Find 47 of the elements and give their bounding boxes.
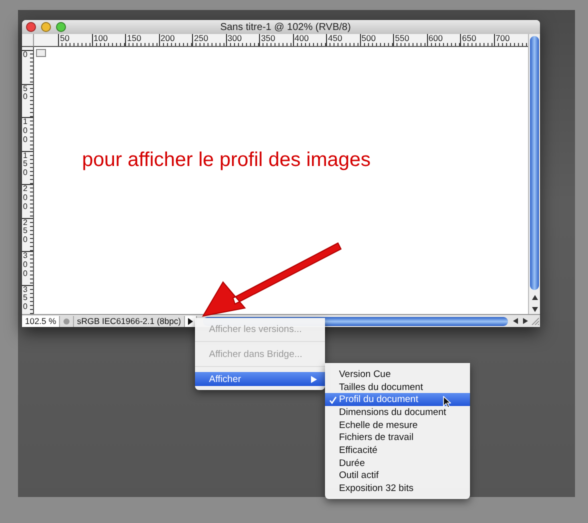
zoom-button[interactable] [56, 22, 66, 32]
ruler-label: 300 [22, 252, 28, 278]
submenu-item[interactable]: Profil du document [325, 393, 470, 406]
guide-icon [36, 49, 46, 57]
vertical-scrollbar[interactable] [528, 34, 540, 314]
ruler-label: 100 [22, 118, 28, 144]
ruler-label: 350 [22, 286, 28, 312]
resize-grip-icon[interactable] [530, 316, 540, 326]
menu-item[interactable]: Afficher [195, 372, 325, 386]
ruler-label: 200 [22, 185, 28, 212]
submenu-item[interactable]: Version Cue [325, 368, 470, 381]
submenu-item[interactable]: Echelle de mesure [325, 418, 470, 432]
ruler-label: 0 [22, 51, 28, 60]
ruler-label: 300 [228, 34, 242, 43]
ruler-label: 700 [496, 34, 510, 43]
cursor-icon [443, 396, 451, 408]
submenu-item[interactable]: Efficacité [325, 444, 470, 457]
ruler-label: 600 [428, 34, 443, 43]
caret-icon [188, 318, 193, 324]
window-title: Sans titre-1 @ 102% (RVB/8) [219, 22, 352, 32]
ruler-label: 250 [22, 218, 28, 245]
ruler-label: 250 [194, 34, 208, 43]
ruler-label: 50 [60, 34, 70, 43]
annotation-text: pour afficher le profil des images [82, 149, 372, 172]
ruler-label: 100 [94, 34, 108, 43]
ruler-label: 550 [395, 34, 410, 43]
submenu-item[interactable]: Fichiers de travail [325, 431, 470, 444]
ruler-label: 50 [22, 84, 28, 102]
ruler-label: 450 [328, 34, 342, 43]
ruler-label: 500 [362, 34, 376, 43]
ruler-label: 650 [462, 34, 476, 43]
close-button[interactable] [26, 22, 36, 32]
zoom-field[interactable]: 102.5 % [22, 316, 60, 326]
ruler-label: 200 [160, 34, 175, 43]
submenu-item[interactable]: Tailles du document [325, 380, 470, 394]
status-info: sRGB IEC61966-2.1 (8bpc) [74, 316, 185, 326]
scroll-right-icon[interactable] [520, 316, 530, 326]
submenu-item[interactable]: Exposition 32 bits [325, 482, 470, 495]
scroll-thumb[interactable] [530, 36, 539, 290]
submenu-item[interactable]: Outil actif [325, 470, 470, 482]
ruler-label: 150 [22, 152, 28, 178]
submenu-item[interactable]: Dimensions du document [325, 406, 470, 419]
ruler-label: 400 [294, 34, 309, 43]
minimize-button[interactable] [41, 22, 51, 32]
ruler-label: 150 [127, 34, 142, 43]
submenu-item[interactable]: Durée [325, 456, 470, 470]
ruler-label: 350 [261, 34, 276, 43]
